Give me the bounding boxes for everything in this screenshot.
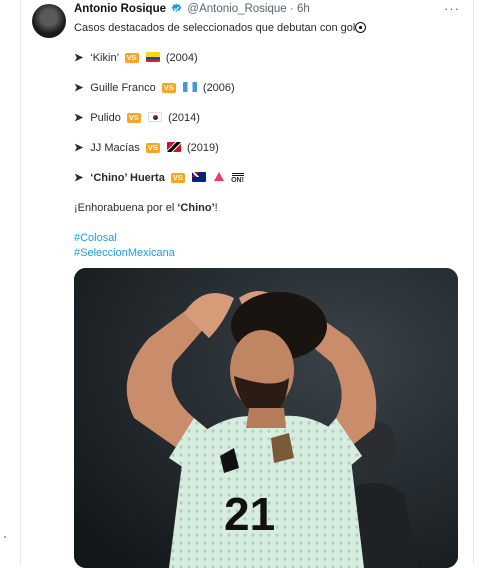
tweet-header: Antonio Rosique @Antonio_Rosique · 6h ··… (74, 1, 466, 17)
case-year: (2004) (165, 52, 198, 64)
hashtag-link[interactable]: #SeleccionMexicana (74, 247, 175, 259)
case-year: (2014) (168, 112, 200, 124)
tweet-text: Casos destacados de seleccionados que de… (74, 21, 466, 261)
arrow-icon: ➤ (74, 82, 84, 94)
case-line: ➤ ‘Kikin’ VS (2004) (74, 51, 466, 66)
case-line: ➤ ‘Chino’ Huerta VS ON! (74, 171, 466, 186)
vs-badge: VS (124, 53, 139, 63)
south-korea-flag-icon (148, 112, 162, 122)
case-player: ‘Chino’ Huerta (90, 172, 165, 184)
hashtag-link[interactable]: #Colosal (74, 232, 117, 244)
vs-badge: VS (145, 143, 160, 153)
vs-badge: VS (126, 113, 141, 123)
case-year: (2006) (202, 82, 235, 94)
australia-flag-icon (191, 172, 206, 182)
verified-badge-icon (171, 3, 182, 12)
vs-badge: VS (161, 83, 176, 93)
case-player: ‘Kikin’ (90, 52, 119, 64)
case-year: (2019) (187, 142, 219, 154)
tweet-time[interactable]: 6h (297, 3, 310, 15)
congrats-text: ¡Enhorabuena por el (74, 202, 178, 214)
case-player: JJ Macías (90, 142, 140, 154)
header-separator: · (289, 3, 294, 15)
tweet-body: Antonio Rosique @Antonio_Rosique · 6h ··… (74, 1, 466, 261)
on-arrow-icon: ON! (231, 173, 244, 184)
arrow-icon: ➤ (74, 112, 84, 124)
congrats-suffix: ! (214, 202, 218, 214)
case-player: Pulido (90, 112, 121, 124)
vs-badge: VS (170, 173, 185, 183)
intro-line: Casos destacados de seleccionados que de… (74, 21, 466, 36)
trinidad-tobago-flag-icon (166, 142, 181, 152)
guatemala-flag-icon (182, 82, 197, 92)
case-player: Guille Franco (90, 82, 156, 94)
case-line: ➤ Guille Franco VS (2006) (74, 81, 466, 96)
red-triangle-icon (214, 172, 225, 181)
author-avatar[interactable] (32, 4, 66, 38)
arrow-icon: ➤ (74, 142, 84, 154)
jersey-number: 21 (224, 488, 275, 540)
arrow-icon: ➤ (74, 52, 84, 64)
author-handle[interactable]: @Antonio_Rosique (187, 3, 286, 15)
tweet-media-image[interactable]: 21 (74, 268, 458, 568)
case-line: ➤ JJ Macías VS (2019) (74, 141, 466, 156)
soccer-ball-icon (355, 22, 367, 33)
intro-text: Casos destacados de seleccionados que de… (74, 22, 356, 34)
arrow-icon: ➤ (74, 172, 84, 184)
congrats-line: ¡Enhorabuena por el ‘Chino’! (74, 201, 466, 216)
player-photo: 21 (74, 268, 458, 568)
congrats-name: ‘Chino’ (177, 202, 215, 214)
side-dot (4, 536, 6, 538)
case-line: ➤ Pulido VS (2014) (74, 111, 466, 126)
more-options-icon[interactable]: ··· (444, 1, 460, 16)
ecuador-flag-icon (145, 52, 160, 62)
author-name[interactable]: Antonio Rosique (74, 3, 166, 15)
